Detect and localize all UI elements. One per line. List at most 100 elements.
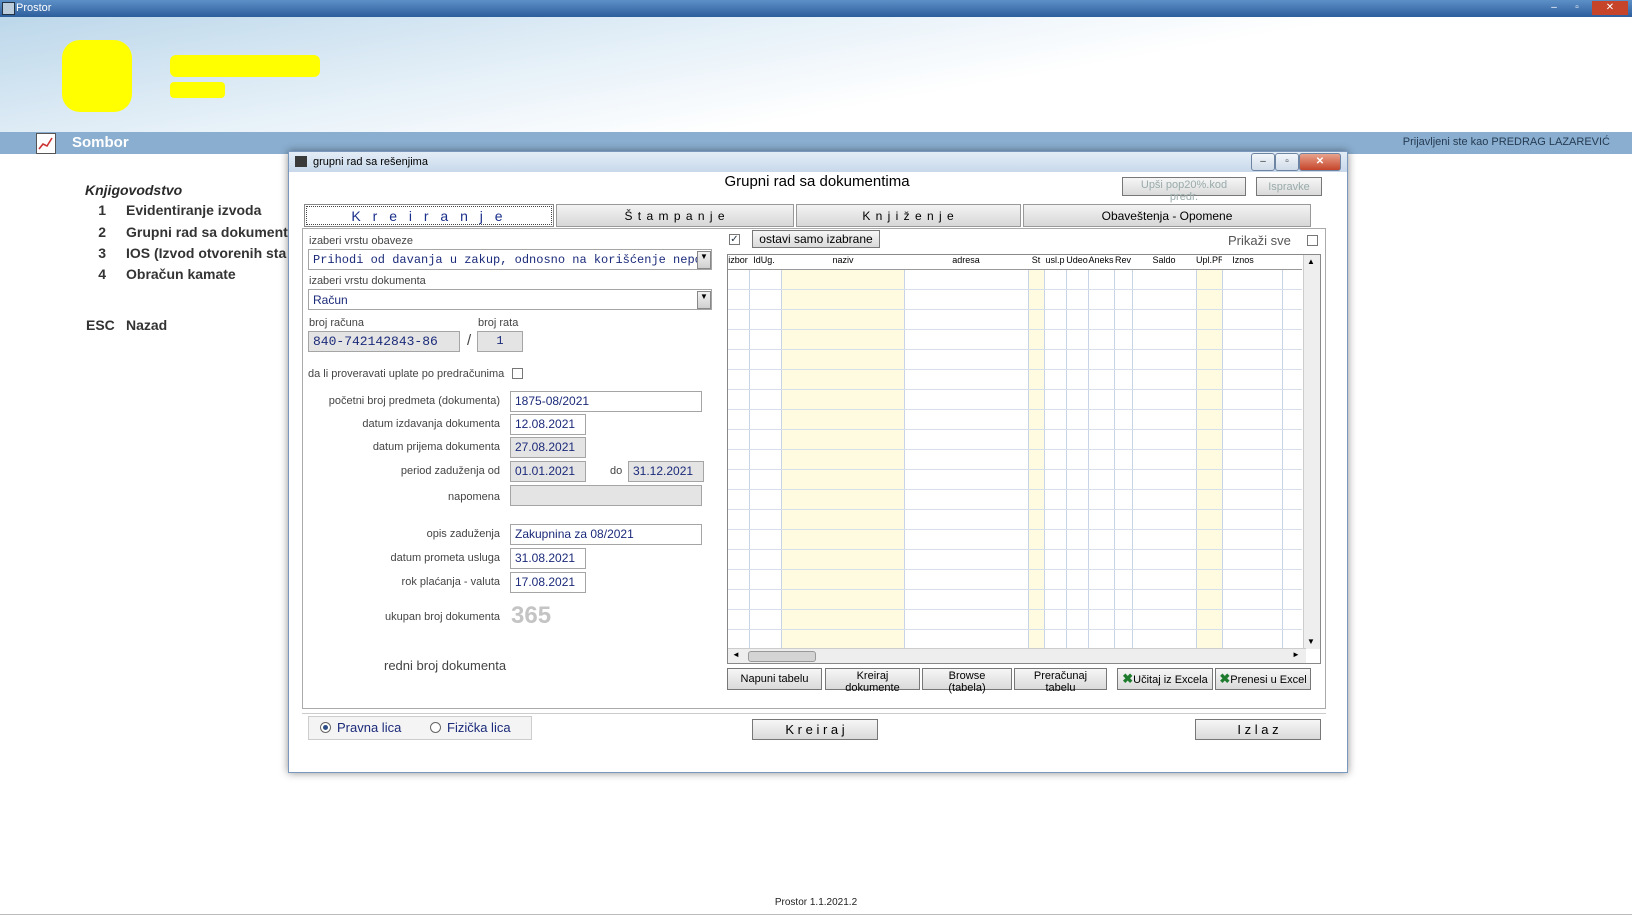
column-header[interactable]: Aneks	[1088, 255, 1114, 269]
redni-label: redni broj dokumenta	[384, 658, 507, 673]
napuni-tabelu-button[interactable]: Napuni tabelu	[727, 668, 822, 690]
scroll-thumb[interactable]	[748, 651, 816, 662]
column-header[interactable]: St	[1028, 255, 1044, 269]
upsi-pop20-button[interactable]: Upši pop20%.kod predr.	[1122, 177, 1246, 203]
menu-item-label: Nazad	[126, 317, 168, 333]
column-header[interactable]: izbor	[728, 255, 748, 269]
radio-pravna-lica[interactable]	[320, 722, 331, 733]
dokument-label: izaberi vrstu dokumenta	[309, 275, 426, 287]
dialog-minimize-button[interactable]: –	[1251, 153, 1275, 171]
scroll-down-icon[interactable]: ▼	[1307, 637, 1315, 646]
prikazi-sve-checkbox[interactable]	[1307, 235, 1318, 246]
chart-icon	[36, 133, 56, 154]
dokument-select[interactable]: Račun	[308, 289, 712, 310]
period-do-label: do	[610, 465, 623, 477]
column-header[interactable]: Udeo	[1066, 255, 1088, 269]
ucitaj-iz-excela-button[interactable]: ✖Učitaj iz Excela	[1117, 668, 1213, 690]
app-icon	[2, 2, 15, 15]
obaveza-select[interactable]: Prihodi od davanja u zakup, odnosno na k…	[308, 249, 712, 270]
tab-knjizenje[interactable]: K n j i ž e n j e	[796, 204, 1021, 227]
opis-field[interactable]: Zakupnina za 08/2021	[510, 524, 702, 545]
app-titlebar: Prostor – ▫ ✕	[0, 0, 1632, 17]
dialog-titlebar: grupni rad sa rešenjima – ▫ ✕	[289, 152, 1347, 172]
close-button[interactable]: ✕	[1592, 1, 1628, 15]
footer-divider	[0, 914, 1632, 915]
izdavanja-field[interactable]: 12.08.2021	[510, 414, 586, 435]
menu-item-label: Obračun kamate	[126, 266, 236, 282]
dialog-restore-button[interactable]: ▫	[1275, 153, 1299, 171]
period-od-field[interactable]: 01.01.2021	[510, 461, 586, 482]
proveravati-checkbox[interactable]	[512, 368, 523, 379]
minimize-button[interactable]: –	[1544, 1, 1564, 15]
app-title: Prostor	[16, 2, 52, 14]
column-header[interactable]: Saldo	[1132, 255, 1196, 269]
restore-button[interactable]: ▫	[1567, 1, 1587, 15]
prometa-label: datum prometa usluga	[390, 552, 500, 564]
excel-icon: ✖	[1122, 671, 1134, 686]
menu-item-number: ESC	[86, 317, 115, 333]
opis-label: opis zaduženja	[426, 528, 500, 540]
menu-title: Knjigovodstvo	[85, 182, 183, 198]
prenesi-u-excel-button[interactable]: ✖Prenesi u Excel	[1215, 668, 1311, 690]
scroll-right-icon[interactable]: ►	[1292, 650, 1300, 659]
preracunaj-tabelu-button[interactable]: Preračunaj tabelu	[1014, 668, 1107, 694]
select-all-checkbox[interactable]: ✓	[729, 234, 740, 245]
pocetni-field[interactable]: 1875-08/2021	[510, 391, 702, 412]
version-label: Prostor 1.1.2021.2	[774, 897, 858, 908]
column-header[interactable]: naziv	[782, 255, 904, 269]
ucitaj-label: Učitaj iz Excela	[1133, 674, 1208, 686]
tab-kreiranje[interactable]: K r e i r a n j e	[304, 204, 554, 227]
rata-label: broj rata	[478, 317, 519, 329]
browse-tabela-button[interactable]: Browse (tabela)	[922, 668, 1012, 694]
separator-slash: /	[467, 332, 472, 349]
city-name: Sombor	[72, 134, 129, 151]
rok-label: rok plaćanja - valuta	[401, 576, 500, 588]
rok-field[interactable]: 17.08.2021	[510, 572, 586, 593]
ukupan-label: ukupan broj dokumenta	[385, 611, 500, 623]
tab-obavestenja-opomene[interactable]: Obaveštenja - Opomene	[1023, 204, 1311, 227]
column-header[interactable]: IdUg.	[750, 255, 778, 269]
prijema-field[interactable]: 27.08.2021	[510, 437, 586, 458]
menu-item-label: Evidentiranje izvoda	[126, 202, 262, 218]
pravna-lica-label: Pravna lica	[337, 720, 402, 735]
dialog-close-button[interactable]: ✕	[1299, 153, 1341, 171]
kreiraj-button[interactable]: K r e i r a j	[752, 719, 878, 740]
proveravati-label: da li proveravati uplate po predračunima	[308, 368, 505, 380]
kreiraj-dokumente-button[interactable]: Kreiraj dokumente	[825, 668, 920, 694]
menu-item-number: 3	[98, 245, 106, 261]
napomena-field[interactable]	[510, 485, 702, 506]
scroll-up-icon[interactable]: ▲	[1307, 257, 1315, 266]
izdavanja-label: datum izdavanja dokumenta	[362, 418, 500, 430]
column-header[interactable]: usl.p	[1044, 255, 1066, 269]
column-header[interactable]: Upl.PR	[1196, 255, 1222, 269]
ispravke-button[interactable]: Ispravke	[1256, 177, 1322, 196]
izlaz-button[interactable]: I z l a z	[1195, 719, 1321, 740]
column-header[interactable]: adresa	[904, 255, 1028, 269]
uplpr-column-bg	[1196, 269, 1222, 649]
logged-in-user: Prijavljeni ste kao PREDRAG LAZAREVIĆ	[1402, 136, 1610, 148]
menu-item-number: 4	[98, 266, 106, 282]
prijema-label: datum prijema dokumenta	[372, 441, 500, 453]
chevron-down-icon[interactable]: ▼	[697, 291, 711, 309]
menu-item-number: 2	[98, 224, 106, 240]
prometa-field[interactable]: 31.08.2021	[510, 548, 586, 569]
fizicka-lica-label: Fizička lica	[447, 720, 511, 735]
period-do-field[interactable]: 31.12.2021	[628, 461, 704, 482]
dialog-title: grupni rad sa rešenjima	[313, 156, 428, 168]
racun-field[interactable]: 840-742142843-86	[308, 331, 460, 352]
documents-table[interactable]: izbor IdUg. naziv adresa St usl.p Udeo A…	[727, 254, 1321, 664]
scroll-left-icon[interactable]: ◄	[732, 650, 740, 659]
ostavi-samo-izabrane-button[interactable]: ostavi samo izabrane	[752, 230, 880, 248]
vertical-scrollbar[interactable]: ▲ ▼	[1303, 255, 1320, 649]
logo-text-redacted	[170, 55, 320, 77]
tab-stampanje[interactable]: Š t a m p a n j e	[556, 204, 794, 227]
horizontal-scrollbar[interactable]: ◄ ►	[728, 648, 1306, 663]
logo-subtext-redacted	[170, 82, 225, 98]
menu-item-label: Grupni rad sa dokument	[126, 224, 288, 240]
radio-fizicka-lica[interactable]	[430, 722, 441, 733]
column-header[interactable]: Iznos	[1222, 255, 1264, 269]
chevron-down-icon[interactable]: ▼	[697, 251, 711, 269]
rata-field[interactable]: 1	[477, 331, 523, 352]
prenesi-label: Prenesi u Excel	[1230, 674, 1307, 686]
column-header[interactable]: Rev	[1114, 255, 1132, 269]
